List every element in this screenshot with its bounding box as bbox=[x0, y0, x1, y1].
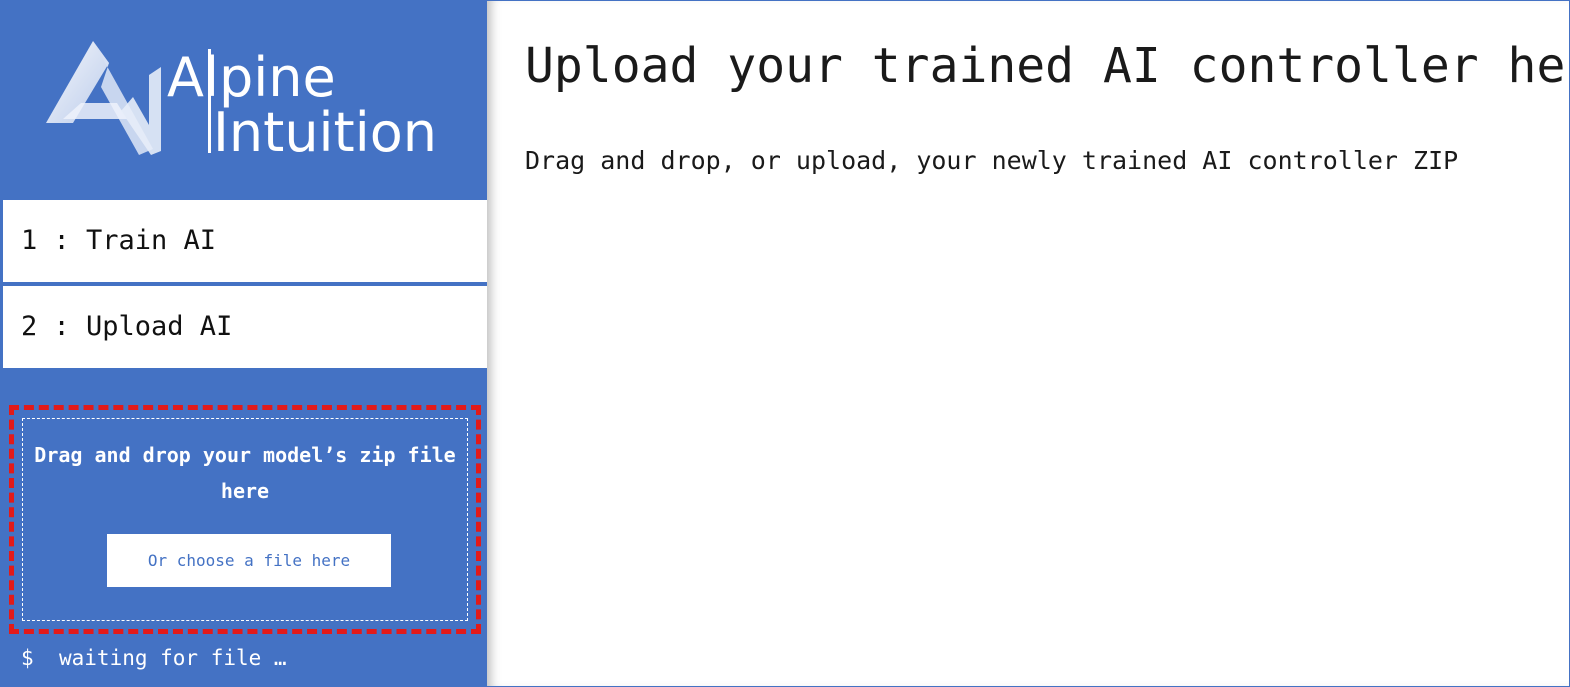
nav-item-train-ai[interactable]: 1 : Train AI bbox=[3, 200, 487, 282]
status-text: waiting for file … bbox=[59, 646, 287, 670]
dropzone-inner-border: Drag and drop your model’s zip file here… bbox=[22, 418, 468, 621]
logo-text-line2: Intuition bbox=[213, 101, 437, 164]
page-description: Drag and drop, or upload, your newly tra… bbox=[525, 146, 1459, 175]
dropzone-instructions: Drag and drop your model’s zip file here bbox=[34, 443, 456, 503]
status-line: $ waiting for file … bbox=[21, 643, 287, 673]
brand-logo[interactable]: Alpine Intuition bbox=[1, 1, 487, 199]
page-title: Upload your trained AI controller he bbox=[525, 38, 1566, 94]
app-window: Alpine Intuition 1 : Train AI 2 : Upload… bbox=[0, 0, 1570, 687]
choose-file-button[interactable]: Or choose a file here bbox=[107, 534, 391, 587]
main-content: Upload your trained AI controller he Dra… bbox=[487, 1, 1569, 686]
sidebar: Alpine Intuition 1 : Train AI 2 : Upload… bbox=[1, 1, 487, 686]
alpine-mountain-logo-icon: Alpine Intuition bbox=[46, 41, 437, 164]
file-dropzone[interactable]: Drag and drop your model’s zip file here… bbox=[9, 405, 481, 634]
status-prompt: $ bbox=[21, 646, 34, 670]
nav-item-upload-ai[interactable]: 2 : Upload AI bbox=[3, 286, 487, 368]
logo-text-line1: Alpine bbox=[167, 46, 336, 109]
nav-item-label: 2 : Upload AI bbox=[21, 311, 233, 342]
nav-item-label: 1 : Train AI bbox=[21, 225, 217, 256]
